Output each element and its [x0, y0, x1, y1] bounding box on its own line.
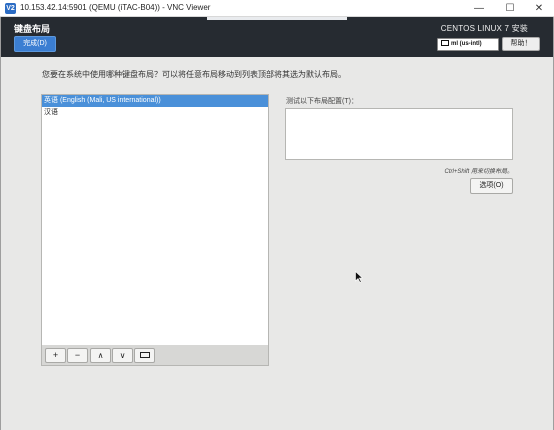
- options-button[interactable]: 选项(O): [470, 178, 513, 194]
- layout-list-toolbar: + − ∧ ∨: [41, 345, 269, 366]
- product-name: CENTOS LINUX 7 安装: [440, 24, 528, 33]
- done-button[interactable]: 完成(D): [14, 36, 56, 52]
- instruction-text: 您要在系统中使用哪种键盘布局？可以将任意布局移动到列表顶部将其选为默认布局。: [42, 70, 346, 79]
- close-button[interactable]: ✕: [524, 0, 554, 17]
- keyboard-layout-label: ml (us-intl): [451, 41, 482, 47]
- preview-layout-button[interactable]: [134, 348, 155, 363]
- add-layout-button[interactable]: +: [45, 348, 66, 363]
- vnc-viewer-icon: V2: [5, 3, 16, 14]
- maximize-button[interactable]: ☐: [495, 0, 525, 17]
- vnc-toolbar-strip[interactable]: [207, 17, 347, 20]
- keyboard-layout-list[interactable]: 英语 (English (Mali, US international)) 汉语: [41, 94, 269, 346]
- move-down-button[interactable]: ∨: [112, 348, 133, 363]
- page-title: 键盘布局: [14, 24, 51, 34]
- move-up-button[interactable]: ∧: [90, 348, 111, 363]
- help-button[interactable]: 帮助！: [502, 37, 540, 51]
- test-layout-input[interactable]: [285, 108, 513, 160]
- keyboard-icon: [139, 352, 150, 358]
- mouse-pointer-icon: [355, 271, 363, 283]
- minimize-button[interactable]: —: [464, 0, 494, 17]
- remove-layout-button[interactable]: −: [67, 348, 88, 363]
- layout-list-item-chinese[interactable]: 汉语: [42, 107, 268, 119]
- window-border-left: [0, 17, 1, 430]
- keyboard-layout-indicator[interactable]: ml (us-intl): [437, 38, 499, 51]
- test-layout-label: 测试以下布局配置(T)：: [286, 98, 358, 105]
- keyboard-icon: [441, 40, 449, 46]
- switch-layout-hint: Ctrl+Shift 用来切换布局。: [444, 169, 513, 175]
- window-title: 10.153.42.14:5901 (QEMU (iTAC-B04)) - VN…: [20, 3, 211, 12]
- layout-list-item-english[interactable]: 英语 (English (Mali, US international)): [42, 95, 268, 107]
- window-titlebar[interactable]: V2 10.153.42.14:5901 (QEMU (iTAC-B04)) -…: [0, 0, 554, 17]
